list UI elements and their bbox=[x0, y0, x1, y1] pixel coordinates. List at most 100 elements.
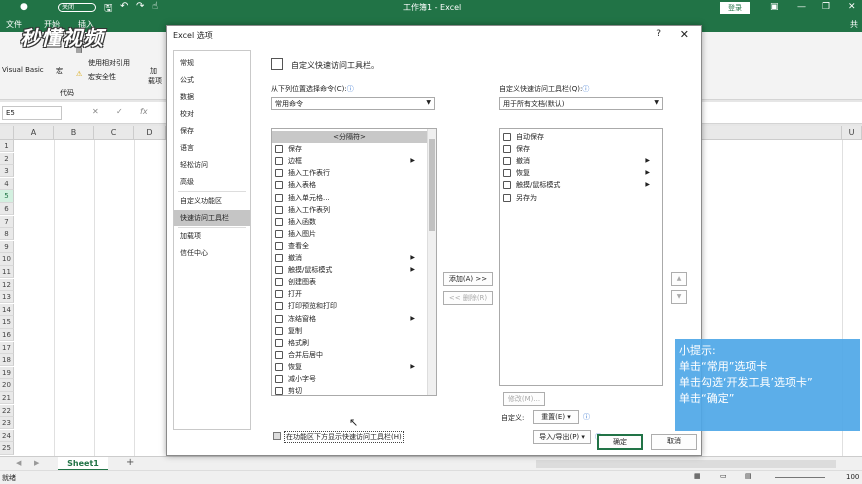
help-icon[interactable]: ? bbox=[656, 29, 661, 39]
list-item[interactable]: 插入工作表列 bbox=[272, 204, 427, 216]
row-header[interactable]: 19 bbox=[0, 366, 14, 380]
login-button[interactable]: 登录 bbox=[720, 2, 750, 14]
list-item[interactable]: 插入图片 bbox=[272, 228, 427, 240]
add-button[interactable]: 添加(A) >> bbox=[443, 272, 493, 286]
sheet-tab-sheet1[interactable]: Sheet1 bbox=[58, 457, 108, 471]
row-header[interactable]: 12 bbox=[0, 278, 14, 291]
list-item[interactable]: 打印预览和打印 bbox=[272, 300, 427, 312]
addin-button-label[interactable]: 载项 bbox=[148, 76, 162, 86]
minimize-icon[interactable]: — bbox=[797, 2, 806, 12]
tab-share[interactable]: 共 bbox=[850, 19, 858, 30]
qat-commands-list[interactable]: 自动保存 保存 撤消 ▶ 恢复 ▶ 触摸/鼠标模式 ▶ 另存为 bbox=[499, 128, 663, 386]
row-header[interactable]: 23 bbox=[0, 417, 14, 430]
row-header[interactable]: 17 bbox=[0, 341, 14, 354]
row-header[interactable]: 2 bbox=[0, 152, 14, 165]
list-item[interactable]: 打开 bbox=[272, 288, 427, 300]
list-item[interactable]: 触摸/鼠标模式 ▶ bbox=[500, 179, 662, 191]
autosave-icon[interactable]: ● bbox=[20, 2, 28, 12]
customize-qat-select[interactable]: 用于所有文档(默认) ▼ bbox=[499, 97, 663, 110]
list-item[interactable]: 冻结窗格 ▶ bbox=[272, 313, 427, 325]
list-item[interactable]: <分隔符> bbox=[272, 131, 427, 143]
corner-select-all[interactable] bbox=[0, 126, 14, 140]
move-down-button[interactable]: ▼ bbox=[671, 290, 687, 304]
page-break-icon[interactable]: ▤ bbox=[745, 472, 752, 480]
move-up-button[interactable]: ▲ bbox=[671, 272, 687, 286]
row-header[interactable]: 20 bbox=[0, 379, 14, 392]
available-commands-list[interactable]: <分隔符> 保存 边框 ▶ 插入工作表行 插入表格 插入单元格... 插入工作表列 插入函数 插入… bbox=[271, 128, 437, 396]
row-header[interactable]: 16 bbox=[0, 329, 14, 342]
column-header-c[interactable]: C bbox=[94, 126, 134, 140]
cancel-formula-icon[interactable]: ✕ bbox=[92, 107, 99, 116]
list-item[interactable]: 保存 bbox=[500, 143, 662, 155]
show-below-ribbon-label[interactable]: 在功能区下方显示快速访问工具栏(H) bbox=[284, 431, 404, 443]
cancel-button[interactable]: 取消 bbox=[651, 434, 697, 450]
row-header[interactable]: 15 bbox=[0, 316, 14, 329]
list-item[interactable]: 边框 ▶ bbox=[272, 155, 427, 167]
window-close-icon[interactable]: ✕ bbox=[848, 2, 856, 12]
row-header[interactable]: 24 bbox=[0, 429, 14, 443]
row-header[interactable]: 21 bbox=[0, 392, 14, 405]
list-item[interactable]: 恢复 ▶ bbox=[500, 167, 662, 179]
column-header-blank[interactable] bbox=[702, 126, 842, 140]
normal-view-icon[interactable]: ▦ bbox=[694, 472, 701, 480]
list-item[interactable]: 插入单元格... bbox=[272, 192, 427, 204]
category-item[interactable]: 加载项 bbox=[174, 228, 250, 244]
row-header[interactable]: 13 bbox=[0, 291, 14, 304]
row-header[interactable]: 6 bbox=[0, 203, 14, 216]
list-item[interactable]: 恢复 ▶ bbox=[272, 361, 427, 373]
ok-button[interactable]: 确定 bbox=[597, 434, 643, 450]
row-header[interactable]: 7 bbox=[0, 215, 14, 228]
restore-icon[interactable]: ❐ bbox=[822, 2, 830, 12]
sheet-next-icon[interactable]: ▶ bbox=[34, 459, 39, 467]
insert-function-icon[interactable]: fx bbox=[140, 107, 148, 116]
row-header[interactable]: 25 bbox=[0, 442, 14, 455]
category-item[interactable]: 轻松访问 bbox=[174, 157, 250, 173]
category-item[interactable]: 公式 bbox=[174, 72, 250, 88]
row-header[interactable]: 18 bbox=[0, 354, 14, 367]
column-header-d[interactable]: D bbox=[134, 126, 166, 140]
list-item[interactable]: 插入函数 bbox=[272, 216, 427, 228]
list-item[interactable]: 保存 bbox=[272, 143, 427, 155]
row-header[interactable]: 8 bbox=[0, 228, 14, 241]
row-header[interactable]: 9 bbox=[0, 240, 14, 254]
list-item[interactable]: 触摸/鼠标模式 ▶ bbox=[272, 264, 427, 276]
touch-mode-icon[interactable]: ☝ bbox=[152, 1, 158, 12]
list-item[interactable]: 格式刷 bbox=[272, 337, 427, 349]
modify-button[interactable]: 修改(M)... bbox=[503, 392, 545, 406]
undo-icon[interactable]: ↶ bbox=[120, 1, 128, 12]
category-item[interactable]: 信任中心 bbox=[174, 245, 250, 261]
row-header[interactable]: 14 bbox=[0, 303, 14, 317]
category-item[interactable]: 保存 bbox=[174, 123, 250, 139]
vertical-scrollbar[interactable] bbox=[427, 129, 436, 395]
category-item[interactable]: 常规 bbox=[174, 55, 250, 71]
column-header-b[interactable]: B bbox=[54, 126, 94, 140]
name-box[interactable]: E5 bbox=[2, 106, 62, 120]
list-item[interactable]: 另存为 bbox=[500, 192, 662, 204]
column-header-u[interactable]: U bbox=[842, 126, 862, 140]
row-header[interactable]: 3 bbox=[0, 165, 14, 178]
add-sheet-button[interactable]: + bbox=[126, 457, 134, 468]
row-header[interactable]: 11 bbox=[0, 266, 14, 279]
horizontal-scrollbar[interactable] bbox=[536, 460, 836, 468]
visual-basic-button[interactable]: Visual Basic bbox=[2, 66, 44, 74]
zoom-level[interactable]: 100 bbox=[846, 473, 859, 481]
list-item[interactable]: 合并后居中 bbox=[272, 349, 427, 361]
list-item[interactable]: 撤消 ▶ bbox=[500, 155, 662, 167]
relative-ref-button[interactable]: 使用相对引用 bbox=[88, 58, 130, 68]
show-below-ribbon-checkbox[interactable] bbox=[273, 432, 281, 440]
list-item[interactable]: 插入工作表行 bbox=[272, 167, 427, 179]
choose-from-select[interactable]: 常用命令 ▼ bbox=[271, 97, 435, 110]
ribbon-display-icon[interactable]: ▣ bbox=[770, 2, 779, 12]
list-item[interactable]: 剪切 bbox=[272, 385, 427, 395]
category-item[interactable]: 语言 bbox=[174, 140, 250, 156]
list-item[interactable]: 创建图表 bbox=[272, 276, 427, 288]
row-header[interactable]: 22 bbox=[0, 404, 14, 417]
macro-security-button[interactable]: 宏安全性 bbox=[88, 72, 116, 82]
category-item[interactable]: 校对 bbox=[174, 106, 250, 122]
row-header[interactable]: 4 bbox=[0, 177, 14, 191]
list-item[interactable]: 减小字号 bbox=[272, 373, 427, 385]
list-item[interactable]: 复制 bbox=[272, 325, 427, 337]
scroll-thumb[interactable] bbox=[429, 139, 435, 231]
page-layout-icon[interactable]: ▭ bbox=[720, 472, 727, 480]
dialog-close-icon[interactable]: ✕ bbox=[680, 28, 689, 41]
